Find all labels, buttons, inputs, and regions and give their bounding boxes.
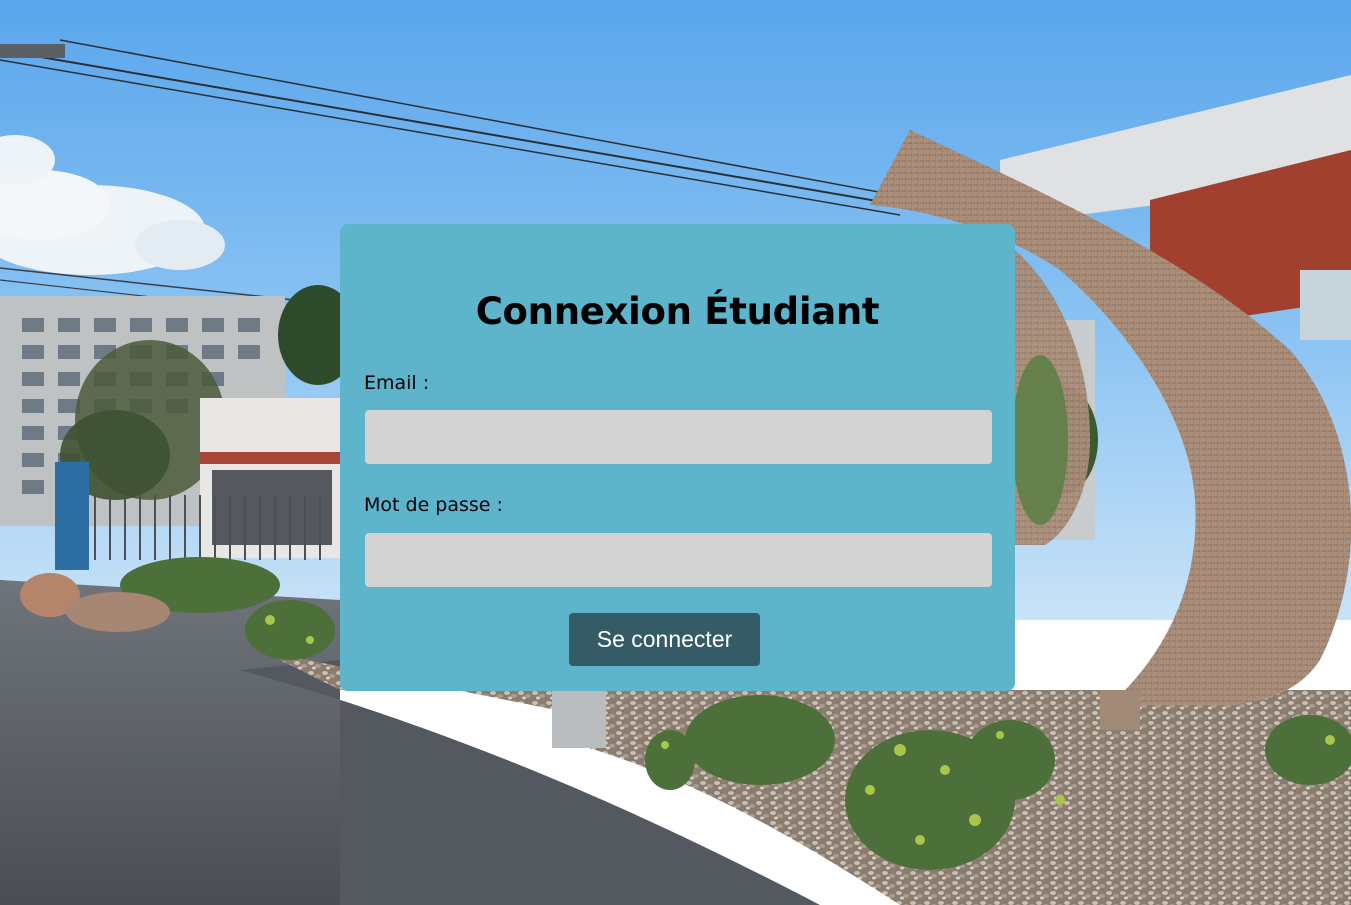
login-card: Connexion Étudiant Email : Mot de passe … xyxy=(340,224,1015,691)
login-title: Connexion Étudiant xyxy=(475,290,880,333)
email-field[interactable] xyxy=(365,410,992,464)
password-field[interactable] xyxy=(365,533,992,587)
email-label: Email : xyxy=(364,372,430,394)
login-page: Connexion Étudiant Email : Mot de passe … xyxy=(0,0,1351,905)
login-submit-button[interactable]: Se connecter xyxy=(569,613,760,666)
password-label: Mot de passe : xyxy=(364,494,503,516)
